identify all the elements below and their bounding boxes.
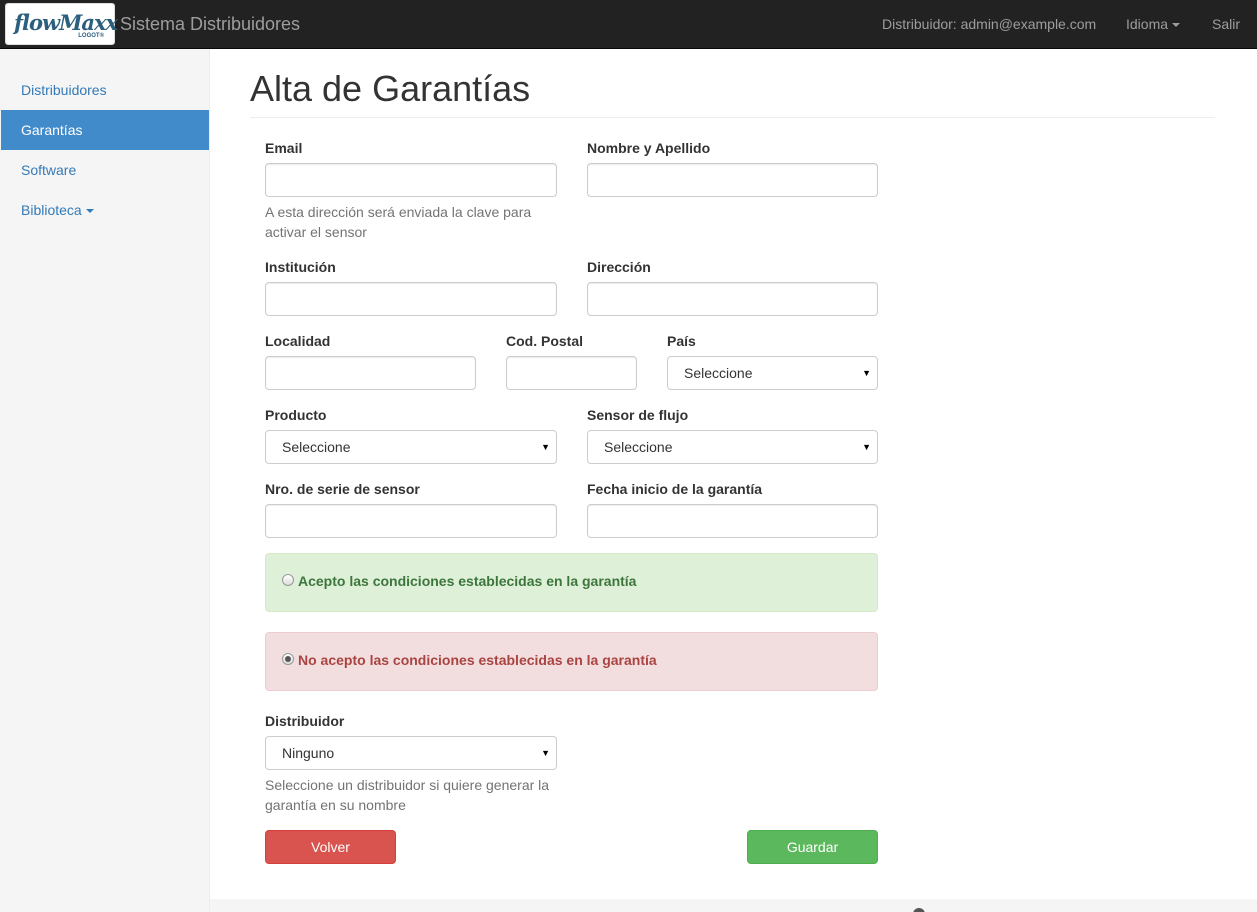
- acepto-option[interactable]: Acepto las condiciones establecidas en l…: [265, 553, 878, 612]
- sidebar-item-software[interactable]: Software: [1, 150, 209, 190]
- pais-label: País: [667, 333, 696, 349]
- postal-input[interactable]: [506, 356, 637, 390]
- nav-salir[interactable]: Salir: [1212, 16, 1240, 32]
- sensor-label: Sensor de flujo: [587, 407, 689, 423]
- distribuidor-select-value: Ninguno: [282, 745, 335, 761]
- logo-subtext: LOGOT®: [78, 33, 104, 39]
- sidebar: Distribuidores Garantías Software Biblio…: [0, 49, 210, 912]
- logo-text: flowMaxx: [14, 10, 118, 35]
- title-divider: [250, 117, 1215, 118]
- distribuidor-label: Distribuidor: [265, 713, 345, 729]
- distribuidor-help-text: Seleccione un distribuidor si quiere gen…: [265, 777, 550, 813]
- fecha-label: Fecha inicio de la garantía: [587, 481, 763, 497]
- direccion-label: Dirección: [587, 259, 651, 275]
- page-title: Alta de Garantías: [250, 68, 531, 109]
- localidad-label: Localidad: [265, 333, 331, 349]
- nav-user[interactable]: Distribuidor: admin@example.com: [882, 16, 1096, 32]
- caret-down-icon: [1172, 23, 1181, 28]
- select-arrow-icon: ▼: [862, 442, 871, 452]
- sidebar-item-biblioteca-label: Biblioteca: [21, 202, 82, 218]
- flowmaxx-logo[interactable]: flowMaxx LOGOT®: [5, 3, 118, 45]
- email-label: Email: [265, 140, 303, 156]
- guardar-button[interactable]: Guardar: [747, 830, 878, 864]
- serie-input[interactable]: [265, 504, 557, 538]
- producto-select[interactable]: Seleccione ▼: [265, 430, 557, 464]
- select-arrow-icon: ▼: [541, 748, 550, 758]
- select-arrow-icon: ▼: [541, 442, 550, 452]
- distribuidor-select[interactable]: Ninguno ▼: [265, 736, 557, 770]
- app-brand[interactable]: Sistema Distribuidores: [120, 14, 300, 35]
- caret-down-icon: [85, 209, 94, 214]
- institucion-input[interactable]: [265, 282, 557, 316]
- nombre-input[interactable]: [587, 163, 878, 197]
- pais-select[interactable]: Seleccione ▼: [667, 356, 878, 390]
- nav-idioma-label: Idioma: [1126, 16, 1169, 32]
- sensor-select[interactable]: Seleccione ▼: [587, 430, 878, 464]
- no-acepto-radio[interactable]: [282, 653, 294, 665]
- serie-label: Nro. de serie de sensor: [265, 481, 420, 497]
- producto-select-value: Seleccione: [282, 439, 351, 455]
- nav-idioma-dropdown[interactable]: Idioma: [1126, 16, 1181, 32]
- pais-select-value: Seleccione: [684, 365, 753, 381]
- select-arrow-icon: ▼: [862, 368, 871, 378]
- acepto-radio[interactable]: [282, 574, 294, 586]
- acepto-label: Acepto las condiciones establecidas en l…: [298, 573, 637, 589]
- nombre-label: Nombre y Apellido: [587, 140, 711, 156]
- localidad-input[interactable]: [265, 356, 476, 390]
- producto-label: Producto: [265, 407, 327, 423]
- no-acepto-label: No acepto las condiciones establecidas e…: [298, 652, 657, 668]
- institucion-label: Institución: [265, 259, 336, 275]
- sidebar-item-distribuidores[interactable]: Distribuidores: [1, 70, 209, 110]
- volver-button[interactable]: Volver: [265, 830, 396, 864]
- no-acepto-option[interactable]: No acepto las condiciones establecidas e…: [265, 632, 878, 691]
- top-navbar: flowMaxx LOGOT® Sistema Distribuidores D…: [0, 0, 1257, 49]
- sensor-select-value: Seleccione: [604, 439, 673, 455]
- sidebar-item-biblioteca[interactable]: Biblioteca: [1, 190, 209, 230]
- info-icon: [913, 908, 925, 912]
- email-input[interactable]: [265, 163, 557, 197]
- fecha-input[interactable]: [587, 504, 878, 538]
- footer: [210, 899, 1257, 912]
- email-help-text: A esta dirección será enviada la clave p…: [265, 204, 532, 240]
- direccion-input[interactable]: [587, 282, 878, 316]
- postal-label: Cod. Postal: [506, 333, 584, 349]
- sidebar-item-garantias[interactable]: Garantías: [1, 110, 209, 150]
